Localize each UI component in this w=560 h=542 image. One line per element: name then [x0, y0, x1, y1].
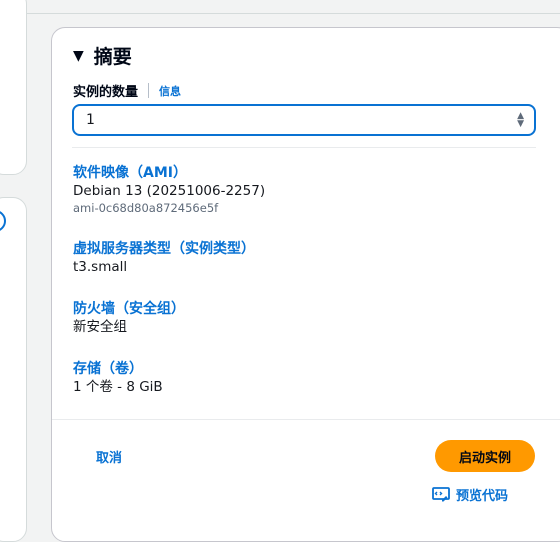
- security-group-section: 防火墙（安全组） 新安全组: [73, 300, 185, 336]
- security-group-value: 新安全组: [73, 319, 127, 335]
- security-group-link[interactable]: 防火墙（安全组）: [73, 300, 185, 318]
- caret-down-icon: ▼: [73, 47, 84, 64]
- ami-section: 软件映像（AMI） Debian 13 (20251006-2257) ami-…: [73, 164, 265, 216]
- summary-panel: ▼ 摘要 实例的数量 信息 1 ▲ ▼ 软件映像（AMI） Debian 13 …: [51, 27, 560, 542]
- instance-count-label: 实例的数量: [73, 85, 139, 100]
- top-divider: [27, 0, 560, 14]
- launch-instance-button[interactable]: 启动实例: [435, 440, 535, 472]
- storage-value: 1 个卷 - 8 GiB: [73, 379, 163, 395]
- divider: [72, 147, 536, 148]
- storage-section: 存储（卷） 1 个卷 - 8 GiB: [73, 360, 163, 396]
- cancel-button[interactable]: 取消: [86, 441, 132, 471]
- instance-type-value: t3.small: [73, 259, 128, 275]
- info-link[interactable]: 信息: [159, 83, 181, 99]
- ami-id: ami-0c68d80a872456e5f: [73, 201, 219, 215]
- code-preview-icon: [432, 486, 450, 501]
- instance-count-value: 1: [86, 112, 95, 128]
- stepper-down-icon[interactable]: ▼: [517, 120, 524, 129]
- left-panel-card: [0, 0, 27, 175]
- instance-type-section: 虚拟服务器类型（实例类型） t3.small: [73, 240, 255, 276]
- ami-name: Debian 13 (20251006-2257): [73, 183, 266, 199]
- number-stepper[interactable]: ▲ ▼: [517, 112, 524, 129]
- instance-count-input[interactable]: 1 ▲ ▼: [72, 104, 536, 136]
- footer-divider: [52, 419, 560, 420]
- storage-link[interactable]: 存储（卷）: [73, 360, 163, 378]
- ami-link[interactable]: 软件映像（AMI）: [73, 164, 265, 182]
- instance-type-link[interactable]: 虚拟服务器类型（实例类型）: [73, 240, 255, 258]
- summary-title: 摘要: [93, 46, 132, 68]
- summary-header[interactable]: ▼ 摘要: [73, 42, 132, 69]
- instance-count-label-row: 实例的数量 信息: [73, 81, 181, 100]
- label-separator: [148, 83, 150, 98]
- left-panel-card: [0, 197, 27, 542]
- preview-code-link[interactable]: 预览代码: [432, 485, 508, 504]
- preview-code-label: 预览代码: [456, 489, 509, 504]
